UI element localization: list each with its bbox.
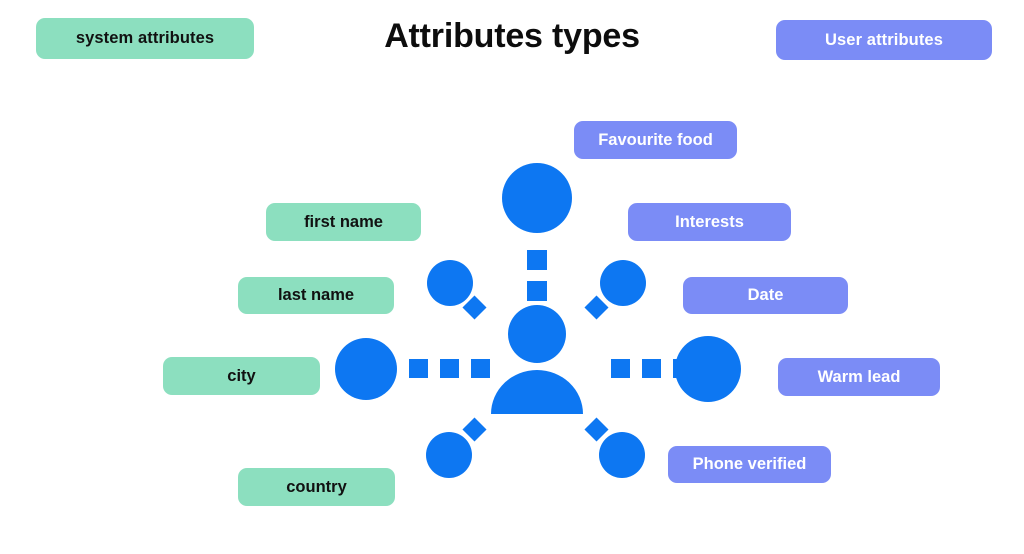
attribute-pill-country-label: country bbox=[286, 477, 347, 496]
user-person-icon bbox=[491, 305, 583, 414]
attribute-pill-phone-verified[interactable]: Phone verified bbox=[668, 446, 831, 483]
node-left bbox=[335, 338, 397, 400]
node-upper-left bbox=[427, 260, 473, 306]
node-upper-right bbox=[600, 260, 646, 306]
attribute-pill-city[interactable]: city bbox=[163, 357, 320, 395]
node-right bbox=[675, 336, 741, 402]
diagram-canvas: system attributes Attributes types User … bbox=[0, 0, 1024, 554]
network-graphic bbox=[335, 163, 741, 478]
node-top bbox=[502, 163, 572, 233]
attribute-pill-interests-label: Interests bbox=[675, 212, 744, 231]
attribute-pill-date-label: Date bbox=[747, 286, 784, 304]
attribute-pill-interests[interactable]: Interests bbox=[628, 203, 791, 241]
person-shoulders bbox=[491, 370, 583, 414]
node-lower-left bbox=[426, 432, 472, 478]
attribute-pill-phone-verified-label: Phone verified bbox=[692, 455, 807, 473]
attribute-pill-favourite-food-label: Favourite food bbox=[598, 130, 713, 149]
connector-left-dashes bbox=[409, 359, 490, 378]
person-head bbox=[508, 305, 566, 363]
attribute-pill-country[interactable]: country bbox=[238, 468, 395, 506]
node-lower-right bbox=[599, 432, 645, 478]
attribute-pill-date[interactable]: Date bbox=[683, 277, 848, 314]
attribute-pill-city-label: city bbox=[227, 366, 256, 385]
attribute-pill-first-name-label: first name bbox=[304, 212, 383, 231]
attribute-pill-last-name[interactable]: last name bbox=[238, 277, 394, 314]
attribute-pill-favourite-food[interactable]: Favourite food bbox=[574, 121, 737, 159]
attribute-pill-first-name[interactable]: first name bbox=[266, 203, 421, 241]
attribute-pill-last-name-label: last name bbox=[277, 286, 355, 304]
attribute-pill-warm-lead-label: Warm lead bbox=[817, 367, 901, 386]
attribute-pill-warm-lead[interactable]: Warm lead bbox=[778, 358, 940, 396]
